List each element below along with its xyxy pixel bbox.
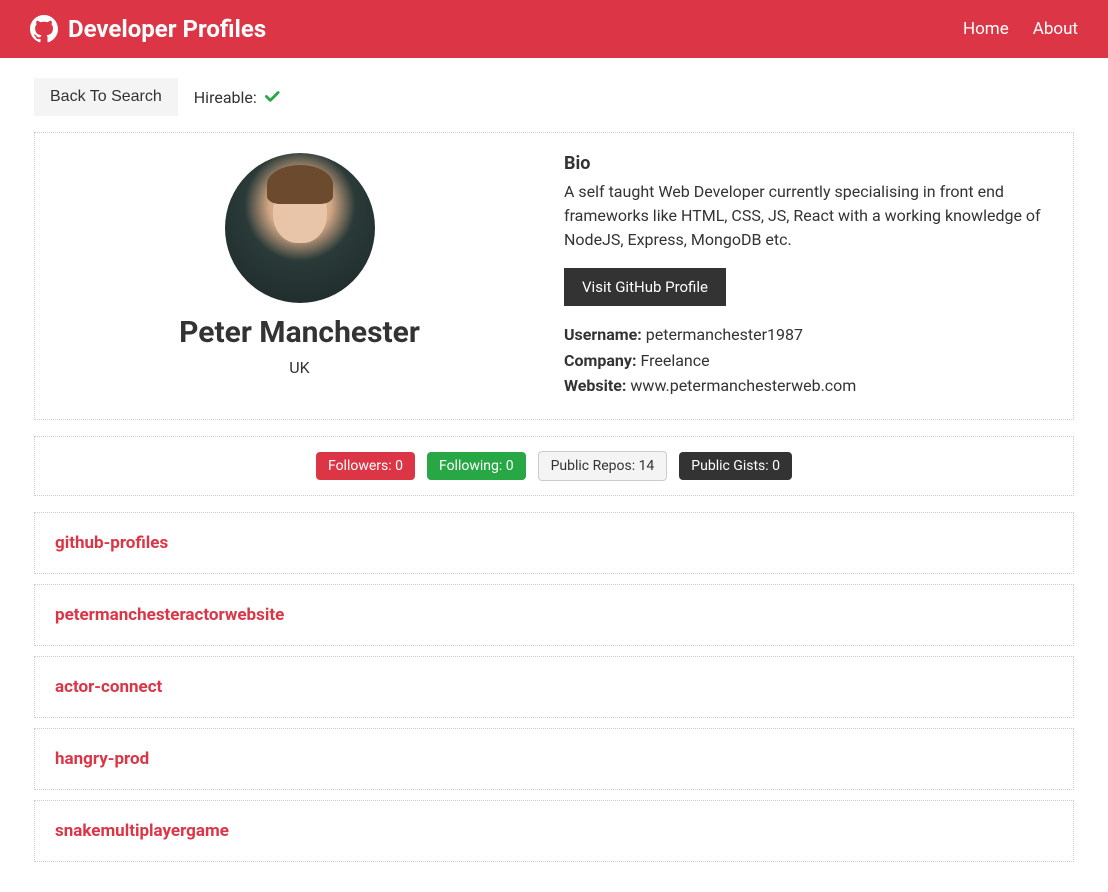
stats-card: Followers: 0 Following: 0 Public Repos: … [34, 436, 1074, 496]
repo-card: petermanchesteractorwebsite [34, 584, 1074, 646]
website-row: Website: www.petermanchesterweb.com [564, 373, 1053, 399]
hireable-status: Hireable: [194, 88, 281, 107]
profile-location: UK [55, 358, 544, 377]
repo-card: hangry-prod [34, 728, 1074, 790]
check-icon [263, 88, 281, 106]
repo-card: github-profiles [34, 512, 1074, 574]
bio-text: A self taught Web Developer currently sp… [564, 180, 1053, 252]
repo-link[interactable]: hangry-prod [55, 749, 149, 769]
following-badge: Following: 0 [427, 452, 526, 480]
nav-link-about[interactable]: About [1033, 19, 1078, 39]
profile-card: Peter Manchester UK Bio A self taught We… [34, 132, 1074, 420]
repo-link[interactable]: github-profiles [55, 533, 168, 553]
hireable-label: Hireable: [194, 88, 257, 107]
main-container: Back To Search Hireable: Peter Mancheste… [4, 58, 1104, 892]
profile-left: Peter Manchester UK [55, 153, 544, 399]
nav-link-home[interactable]: Home [963, 19, 1009, 39]
repo-card: actor-connect [34, 656, 1074, 718]
github-icon [30, 15, 58, 43]
avatar [225, 153, 375, 303]
bio-heading: Bio [564, 153, 1053, 174]
repo-card: snakemultiplayergame [34, 800, 1074, 862]
top-row: Back To Search Hireable: [34, 78, 1074, 116]
repos-list: github-profiles petermanchesteractorwebs… [34, 512, 1074, 862]
navbar: Developer Profiles Home About [0, 0, 1108, 58]
visit-github-button[interactable]: Visit GitHub Profile [564, 268, 726, 306]
navbar-brand[interactable]: Developer Profiles [30, 15, 266, 43]
back-to-search-button[interactable]: Back To Search [34, 78, 178, 116]
company-row: Company: Freelance [564, 348, 1053, 374]
brand-title: Developer Profiles [68, 15, 266, 43]
repo-link[interactable]: actor-connect [55, 677, 162, 697]
public-gists-badge: Public Gists: 0 [679, 452, 792, 480]
public-repos-badge: Public Repos: 14 [538, 451, 668, 481]
followers-badge: Followers: 0 [316, 452, 415, 480]
repo-link[interactable]: petermanchesteractorwebsite [55, 605, 284, 625]
profile-right: Bio A self taught Web Developer currentl… [564, 153, 1053, 399]
navbar-links: Home About [963, 19, 1078, 39]
profile-name: Peter Manchester [55, 315, 544, 350]
info-list: Username: petermanchester1987 Company: F… [564, 322, 1053, 399]
repo-link[interactable]: snakemultiplayergame [55, 821, 229, 841]
username-row: Username: petermanchester1987 [564, 322, 1053, 348]
